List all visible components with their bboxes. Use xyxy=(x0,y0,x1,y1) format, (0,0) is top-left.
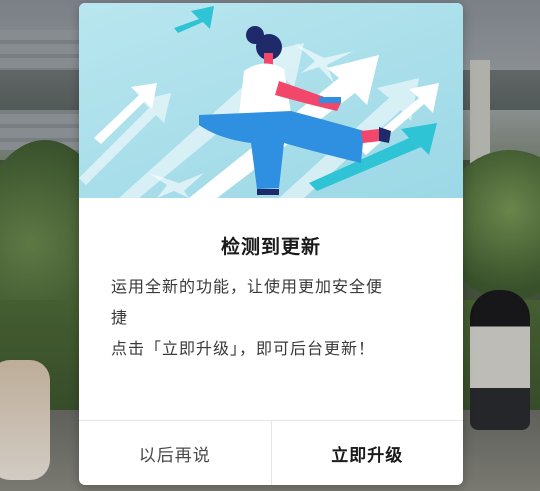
dialog-button-bar: 以后再说 立即升级 xyxy=(79,420,463,485)
dialog-title: 检测到更新 xyxy=(220,236,321,258)
update-dialog: 检测到更新 运用全新的功能，让使用更加安全便 捷 点击「立即升级」，即可后台更新… xyxy=(79,3,463,485)
description-line: 运用全新的功能，让使用更加安全便 xyxy=(111,277,384,296)
later-button[interactable]: 以后再说 xyxy=(79,421,272,485)
update-illustration xyxy=(79,3,463,198)
dialog-description: 运用全新的功能，让使用更加安全便 捷 点击「立即升级」，即可后台更新！ xyxy=(111,271,431,364)
upgrade-now-button[interactable]: 立即升级 xyxy=(272,421,464,485)
rocket-rider-illustration-icon xyxy=(79,6,439,198)
description-line: 点击「立即升级」，即可后台更新！ xyxy=(111,339,376,358)
description-line: 捷 xyxy=(111,308,129,327)
